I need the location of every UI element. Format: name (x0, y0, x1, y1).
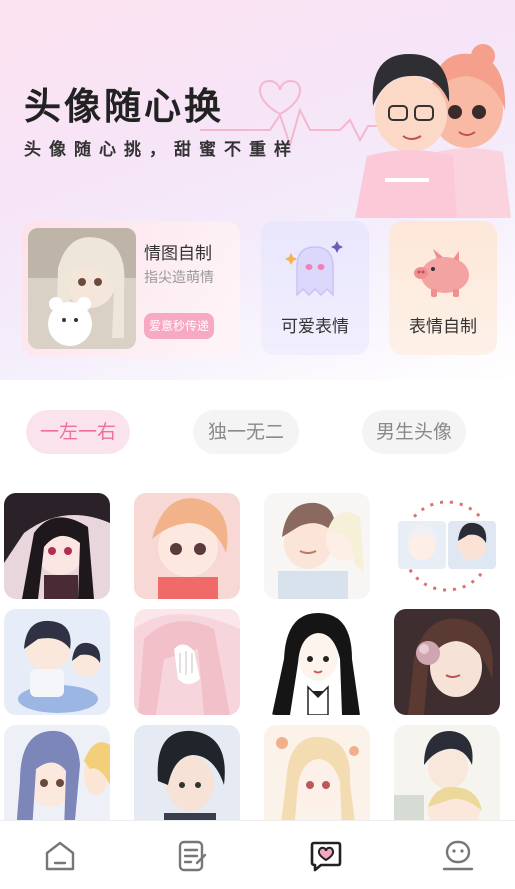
home-icon[interactable] (43, 839, 77, 873)
avatar-thumbnail[interactable] (394, 725, 500, 831)
couple-illustration (355, 44, 511, 218)
heart-chat-icon[interactable] (309, 839, 343, 873)
card-diy-title: 情图自制 (144, 244, 212, 264)
piggy-icon (414, 249, 469, 297)
tab-boy-avatar[interactable]: 男生头像 (362, 410, 466, 454)
avatar-thumbnail[interactable] (4, 493, 110, 599)
cute-emoji-card[interactable]: 可爱表情 (261, 221, 369, 355)
tab-unique[interactable]: 独一无二 (193, 410, 299, 454)
ghost-icon (285, 241, 343, 297)
send-love-button[interactable]: 爱意秒传递 (144, 313, 214, 339)
hero-title: 头像随心换 (24, 85, 224, 128)
doll-thumbnail (28, 228, 136, 349)
cute-emoji-label: 可爱表情 (281, 317, 349, 337)
emoji-diy-card[interactable]: 表情自制 (389, 221, 497, 355)
bottom-nav (0, 820, 515, 889)
avatar-thumbnail[interactable] (134, 725, 240, 831)
avatar-thumbnail[interactable] (394, 493, 500, 599)
profile-icon[interactable] (441, 839, 475, 873)
avatar-thumbnail[interactable] (394, 609, 500, 715)
tab-left-right[interactable]: 一左一右 (26, 410, 130, 454)
notes-icon[interactable] (175, 839, 209, 873)
avatar-thumbnail[interactable] (4, 725, 110, 831)
avatar-thumbnail[interactable] (134, 609, 240, 715)
avatar-thumbnail[interactable] (264, 493, 370, 599)
emoji-diy-label: 表情自制 (409, 317, 477, 337)
avatar-thumbnail[interactable] (134, 493, 240, 599)
card-diy-desc: 指尖造萌情 (144, 270, 214, 286)
hero-subtitle: 头像随心挑，甜蜜不重样 (24, 140, 299, 160)
card-diy-card[interactable]: 情图自制 指尖造萌情 爱意秒传递 (22, 221, 240, 357)
avatar-thumbnail[interactable] (264, 609, 370, 715)
avatar-thumbnail[interactable] (4, 609, 110, 715)
avatar-thumbnail[interactable] (264, 725, 370, 831)
